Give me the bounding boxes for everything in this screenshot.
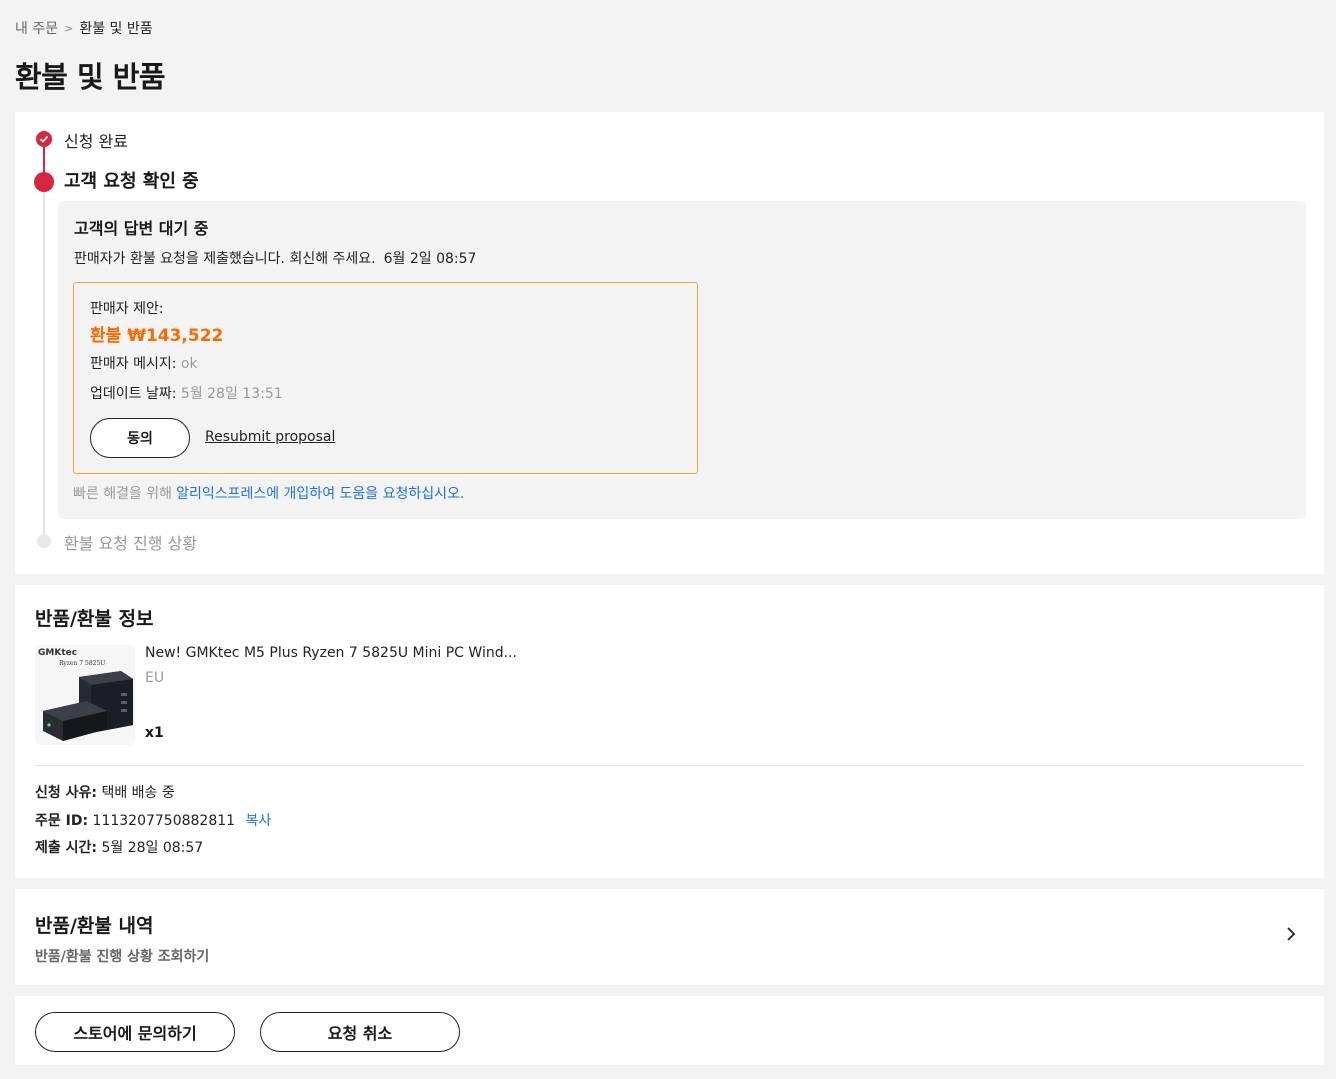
pending-message-text: 판매자가 환불 요청을 제출했습니다. 회신해 주세요. <box>74 251 376 267</box>
actions-card: 스토어에 문의하기 요청 취소 <box>15 996 1324 1065</box>
seller-proposal-box: 판매자 제안: 환불 ₩143,522 판매자 메시지: ok 업데이트 날짜:… <box>73 282 698 474</box>
timeline-line-pending <box>43 192 45 537</box>
product-image[interactable]: GMKtec Ryzen 7 5825U <box>35 645 135 745</box>
pending-title: 고객의 답변 대기 중 <box>74 219 209 238</box>
resubmit-proposal-link[interactable]: Resubmit proposal <box>205 429 335 445</box>
submit-time-row: 제출 시간: 5월 28일 08:57 <box>35 837 203 857</box>
timeline-step-progress: 환불 요청 진행 상황 <box>64 534 198 553</box>
submit-time-key: 제출 시간: <box>35 840 97 856</box>
pending-message: 판매자가 환불 요청을 제출했습니다. 회신해 주세요. 6월 2일 08:57 <box>74 248 476 268</box>
proposal-message-value: ok <box>180 356 198 372</box>
proposal-label: 판매자 제안: <box>90 301 164 317</box>
order-id-row: 주문 ID: 1113207750882811 복사 <box>35 810 271 830</box>
cancel-request-button[interactable]: 요청 취소 <box>260 1012 460 1052</box>
timeline-pending-dot <box>37 534 51 548</box>
breadcrumb-separator: > <box>64 21 74 35</box>
submit-time-value: 5월 28일 08:57 <box>101 840 204 856</box>
help-prefix: 빠른 해결을 위해 <box>73 486 173 502</box>
proposal-message: 판매자 메시지: ok <box>90 353 198 373</box>
breadcrumb: 내 주문 > 환불 및 반품 <box>15 18 153 38</box>
order-id-value: 1113207750882811 <box>92 813 236 829</box>
proposal-updated-key: 업데이트 날짜: <box>90 386 177 402</box>
divider <box>35 765 1304 766</box>
product-name[interactable]: New! GMKtec M5 Plus Ryzen 7 5825U Mini P… <box>145 645 517 661</box>
timeline-step-submitted: 신청 완료 <box>64 132 128 151</box>
proposal-amount: 환불 ₩143,522 <box>90 326 224 346</box>
help-text: 빠른 해결을 위해 알리익스프레스에 개입하여 도움을 요청하십시오. <box>73 483 464 503</box>
agree-button[interactable]: 동의 <box>90 418 190 458</box>
reason-key: 신청 사유: <box>35 785 97 801</box>
history-subtitle: 반품/환불 진행 상황 조회하기 <box>35 949 210 965</box>
timeline-step-reviewing: 고객 요청 확인 중 <box>64 171 199 192</box>
page-title: 환불 및 반품 <box>15 60 166 94</box>
breadcrumb-current: 환불 및 반품 <box>79 21 153 37</box>
pending-response-box: 고객의 답변 대기 중 판매자가 환불 요청을 제출했습니다. 회신해 주세요.… <box>58 201 1306 519</box>
status-card: 신청 완료 고객 요청 확인 중 고객의 답변 대기 중 판매자가 환불 요청을… <box>15 112 1324 574</box>
order-id-key: 주문 ID: <box>35 813 89 829</box>
reason-row: 신청 사유: 택배 배송 중 <box>35 782 175 802</box>
check-icon <box>36 131 52 147</box>
return-history-card[interactable]: 반품/환불 내역 반품/환불 진행 상황 조회하기 <box>15 889 1324 985</box>
return-info-card: 반품/환불 정보 GMKtec Ryzen 7 5825U New! GMKte… <box>15 585 1324 878</box>
chevron-right-icon[interactable] <box>1282 925 1300 943</box>
escalate-link[interactable]: 알리익스프레스에 개입하여 도움을 요청하십시오. <box>176 486 464 502</box>
copy-order-id-link[interactable]: 복사 <box>246 813 272 829</box>
proposal-updated-value: 5월 28일 13:51 <box>180 386 283 402</box>
info-title: 반품/환불 정보 <box>35 608 154 630</box>
proposal-updated: 업데이트 날짜: 5월 28일 13:51 <box>90 383 283 403</box>
product-quantity: x1 <box>145 725 164 741</box>
contact-store-button[interactable]: 스토어에 문의하기 <box>35 1012 235 1052</box>
history-title: 반품/환불 내역 <box>35 915 154 937</box>
breadcrumb-my-orders[interactable]: 내 주문 <box>15 18 58 38</box>
mini-pc-icon <box>43 671 133 741</box>
proposal-message-key: 판매자 메시지: <box>90 356 177 372</box>
pending-message-time: 6월 2일 08:57 <box>383 251 477 267</box>
timeline-current-dot <box>34 172 54 192</box>
reason-value: 택배 배송 중 <box>101 785 175 801</box>
product-variant: EU <box>145 670 165 686</box>
